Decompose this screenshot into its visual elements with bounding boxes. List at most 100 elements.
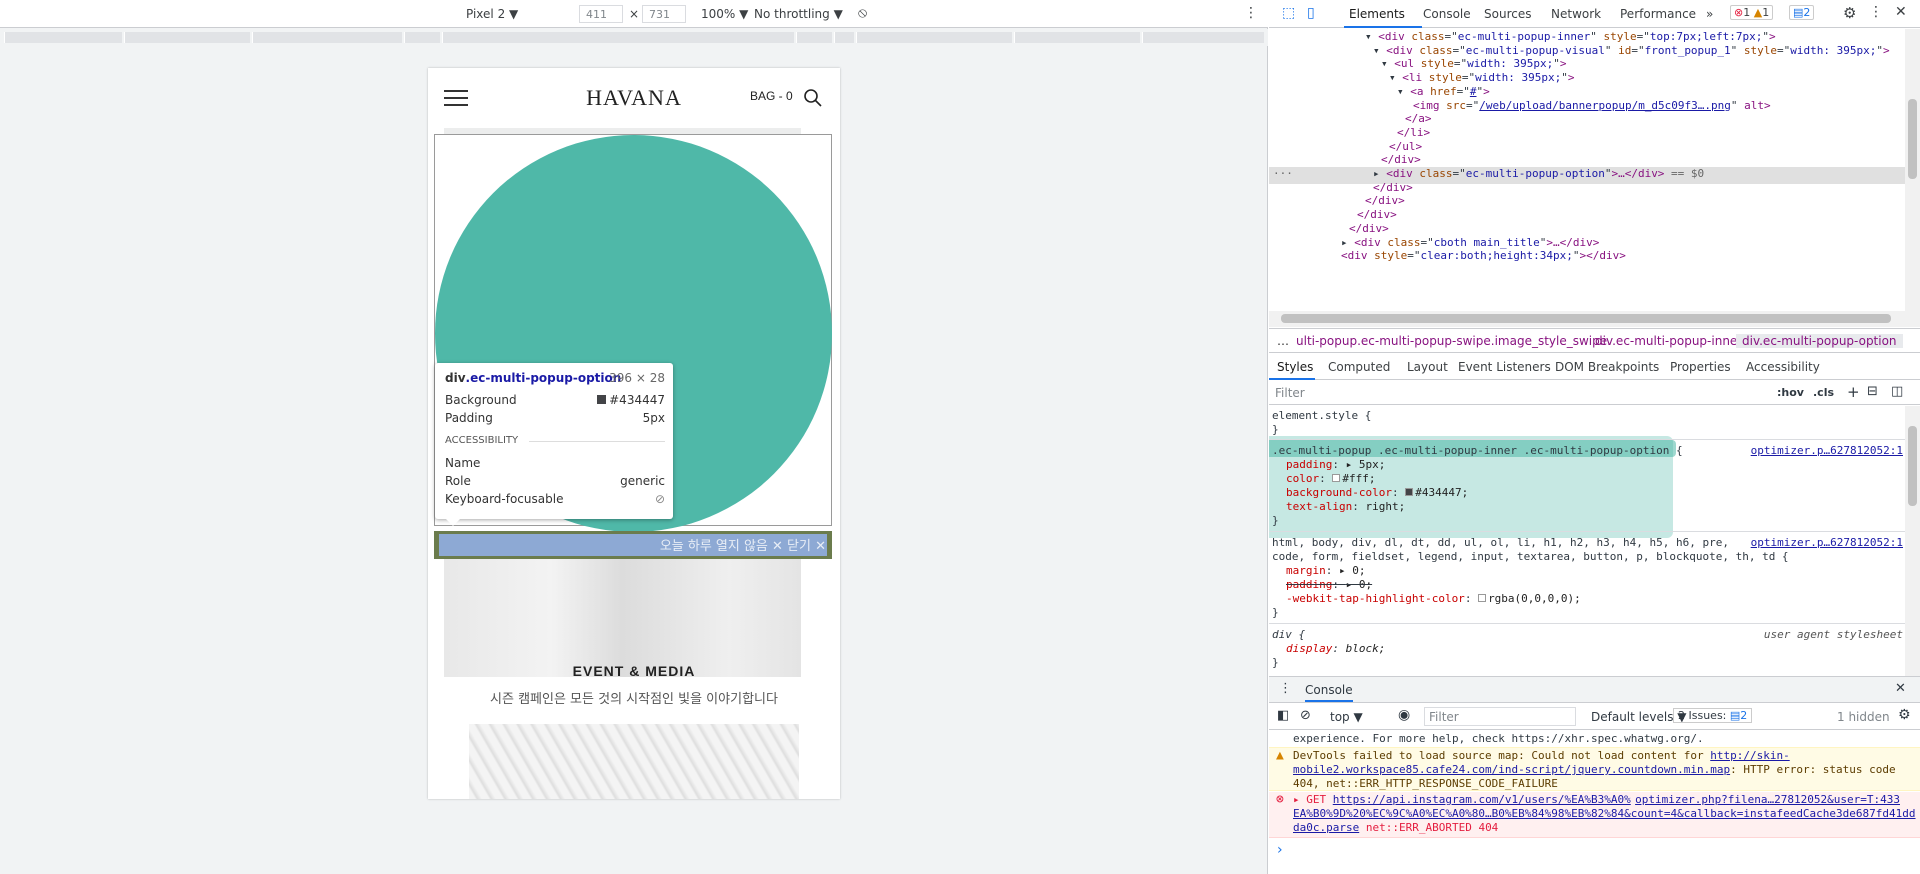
more-options-icon[interactable]: ⋮ (1244, 5, 1258, 21)
popup-close-options[interactable]: 오늘 하루 열지 않음 ✕ 닫기 ✕ (660, 535, 826, 554)
styles-pane[interactable]: element.style { } .ec-multi-popup .ec-mu… (1269, 406, 1905, 676)
console-toolbar: ◧ ⊘ top ▼ ◉ Filter Default levels ▼ 2 Is… (1269, 704, 1920, 730)
sidebar-toggle-icon[interactable]: ◧ (1277, 708, 1289, 723)
css-property[interactable]: background-color: #434447; (1286, 486, 1468, 500)
popup-option-bar: 오늘 하루 열지 않음 ✕ 닫기 ✕ (434, 531, 832, 559)
expand-toggle-icon: ▾ (1373, 43, 1387, 57)
event-image[interactable] (469, 724, 799, 799)
more-tabs-icon[interactable]: » (1706, 7, 1713, 21)
live-expression-eye-icon[interactable]: ◉ (1398, 707, 1410, 723)
computed-sidebar-icon[interactable]: ⊟ (1867, 384, 1878, 399)
close-icon[interactable]: ✕ (1895, 4, 1907, 20)
clear-console-icon[interactable]: ⊘ (1300, 708, 1311, 723)
breadcrumb-item-swipe[interactable]: ulti-popup.ec-multi-popup-swipe.image_st… (1296, 334, 1611, 348)
tab-styles[interactable]: Styles (1277, 360, 1313, 374)
rule1-selector[interactable]: .ec-multi-popup .ec-multi-popup-inner .e… (1272, 444, 1683, 458)
tab-performance[interactable]: Performance (1620, 7, 1696, 21)
tab-computed[interactable]: Computed (1328, 360, 1390, 374)
height-input[interactable]: 731 (642, 5, 686, 23)
expand-toggle-icon: ▾ (1381, 57, 1395, 71)
tooltip-section: ACCESSIBILITY (445, 435, 519, 446)
tooltip-bg-label: Background (445, 393, 517, 407)
color-swatch (1478, 594, 1487, 602)
inspect-element-icon[interactable]: ⬚ (1282, 5, 1295, 21)
rule2-selector[interactable]: html, body, div, dl, dt, dd, ul, ol, li,… (1272, 536, 1729, 550)
bag-link[interactable]: BAG - 0 (750, 89, 793, 103)
breadcrumb-item-inner[interactable]: div.ec-multi-popup-inner (1595, 334, 1742, 348)
tab-console[interactable]: Console (1423, 7, 1471, 21)
tab-accessibility[interactable]: Accessibility (1746, 360, 1820, 374)
dom-node-line[interactable]: <div style="clear:both;height:34px;"></d… (1269, 249, 1905, 266)
rule2-selector-cont[interactable]: code, form, fieldset, legend, input, tex… (1272, 550, 1789, 564)
dom-horizontal-scrollbar[interactable] (1269, 311, 1920, 327)
expand-toggle-icon: ▾ (1389, 71, 1403, 85)
console-drawer-header: ⋮ Console ✕ (1269, 677, 1920, 703)
more-menu-icon[interactable]: ⋮ (1869, 4, 1883, 20)
event-subtitle: 시즌 캠페인은 모든 것의 시작점인 빛을 이야기합니다 (490, 692, 778, 707)
console-filter-input[interactable]: Filter (1424, 707, 1576, 726)
console-settings-icon[interactable]: ⚙ (1898, 707, 1911, 723)
tab-event-listeners[interactable]: Event Listeners (1458, 360, 1551, 374)
rotate-icon[interactable]: ⦸ (858, 5, 867, 21)
width-input[interactable]: 411 (579, 5, 623, 23)
css-property[interactable]: color: #fff; (1286, 472, 1376, 486)
pane-toggle-icon[interactable]: ◫ (1891, 384, 1903, 399)
tab-dom-breakpoints[interactable]: DOM Breakpoints (1555, 360, 1659, 374)
message-icon: ▤ (1793, 6, 1804, 19)
css-property[interactable]: text-align: right; (1286, 500, 1405, 514)
node-actions-icon[interactable]: ··· (1273, 167, 1293, 180)
tooltip-focus-label: Keyboard-focusable (445, 492, 564, 506)
settings-gear-icon[interactable]: ⚙ (1843, 4, 1856, 22)
tab-elements[interactable]: Elements (1349, 7, 1405, 21)
new-rule-icon[interactable]: + (1847, 383, 1860, 401)
rule3-selector[interactable]: div { (1272, 628, 1305, 642)
console-drawer-tab[interactable]: Console (1305, 683, 1353, 702)
breadcrumb-more[interactable]: … (1277, 334, 1289, 348)
rule-close: } (1272, 423, 1279, 436)
search-icon[interactable] (803, 88, 823, 108)
tab-network[interactable]: Network (1551, 7, 1601, 21)
console-prompt[interactable]: › (1277, 842, 1283, 858)
css-property[interactable]: -webkit-tap-highlight-color: rgba(0,0,0,… (1286, 592, 1581, 606)
device-select[interactable]: Pixel 2 ▼ (466, 7, 518, 21)
devtools-panel: ⬚ ▯ Elements Console Sources Network Per… (1269, 0, 1920, 874)
rule3-prop[interactable]: display: block; (1286, 642, 1385, 656)
css-property[interactable]: margin: ▸ 0; (1286, 564, 1366, 578)
hov-toggle[interactable]: :hov (1777, 386, 1804, 399)
zoom-select[interactable]: 100% ▼ (701, 7, 748, 21)
tab-layout[interactable]: Layout (1407, 360, 1448, 374)
device-toggle-icon[interactable]: ▯ (1307, 5, 1315, 21)
active-style-tab-indicator (1269, 378, 1315, 380)
breadcrumb-item-option[interactable]: div.ec-multi-popup-option (1736, 334, 1903, 348)
issues-button[interactable]: 2 Issues: ▤2 (1673, 708, 1753, 723)
css-property[interactable]: padding: ▸ 0; (1286, 578, 1372, 592)
context-select[interactable]: top ▼ (1330, 710, 1363, 724)
css-property[interactable]: padding: ▸ 5px; (1286, 458, 1385, 472)
dimension-separator: × (629, 7, 640, 21)
issues-icon: ▤ (1729, 709, 1741, 722)
drawer-menu-icon[interactable]: ⋮ (1279, 681, 1292, 696)
tooltip-size: 396 × 28 (609, 371, 665, 385)
tab-properties[interactable]: Properties (1670, 360, 1731, 374)
media-query-ruler[interactable] (0, 29, 1268, 46)
device-toolbar: Pixel 2 ▼ 411 × 731 100% ▼ No throttling… (0, 0, 1268, 28)
messages-counter[interactable]: ▤2 (1789, 5, 1815, 20)
drawer-close-icon[interactable]: ✕ (1895, 681, 1906, 696)
element-style-rule[interactable]: element.style { (1272, 409, 1371, 423)
dom-tree[interactable]: ▾ <div class="ec-multi-popup-inner" styl… (1269, 29, 1920, 311)
inspect-tooltip: div.ec-multi-popup-option 396 × 28 Backg… (435, 363, 673, 519)
rule2-source-link[interactable]: optimizer.p…627812052:1 (1751, 536, 1903, 549)
rule1-source-link[interactable]: optimizer.p…627812052:1 (1751, 444, 1903, 457)
cls-toggle[interactable]: .cls (1813, 386, 1834, 399)
rule1-close: } (1272, 514, 1279, 527)
styles-filter-input[interactable]: Filter (1275, 386, 1305, 400)
rule3-source: user agent stylesheet (1763, 628, 1903, 641)
dom-scrollbar[interactable] (1905, 29, 1920, 311)
tab-sources[interactable]: Sources (1484, 7, 1531, 21)
styles-scrollbar[interactable] (1905, 406, 1920, 676)
throttle-select[interactable]: No throttling ▼ (754, 7, 843, 21)
error-icon: ⊗ (1734, 6, 1744, 19)
error-warning-counter[interactable]: ⊗1 ▲1 (1730, 5, 1774, 20)
console-error: ⊗ optimizer.php?filena…27812052&user=T:4… (1269, 792, 1920, 838)
expand-toggle-icon: ▸ (1341, 235, 1355, 249)
